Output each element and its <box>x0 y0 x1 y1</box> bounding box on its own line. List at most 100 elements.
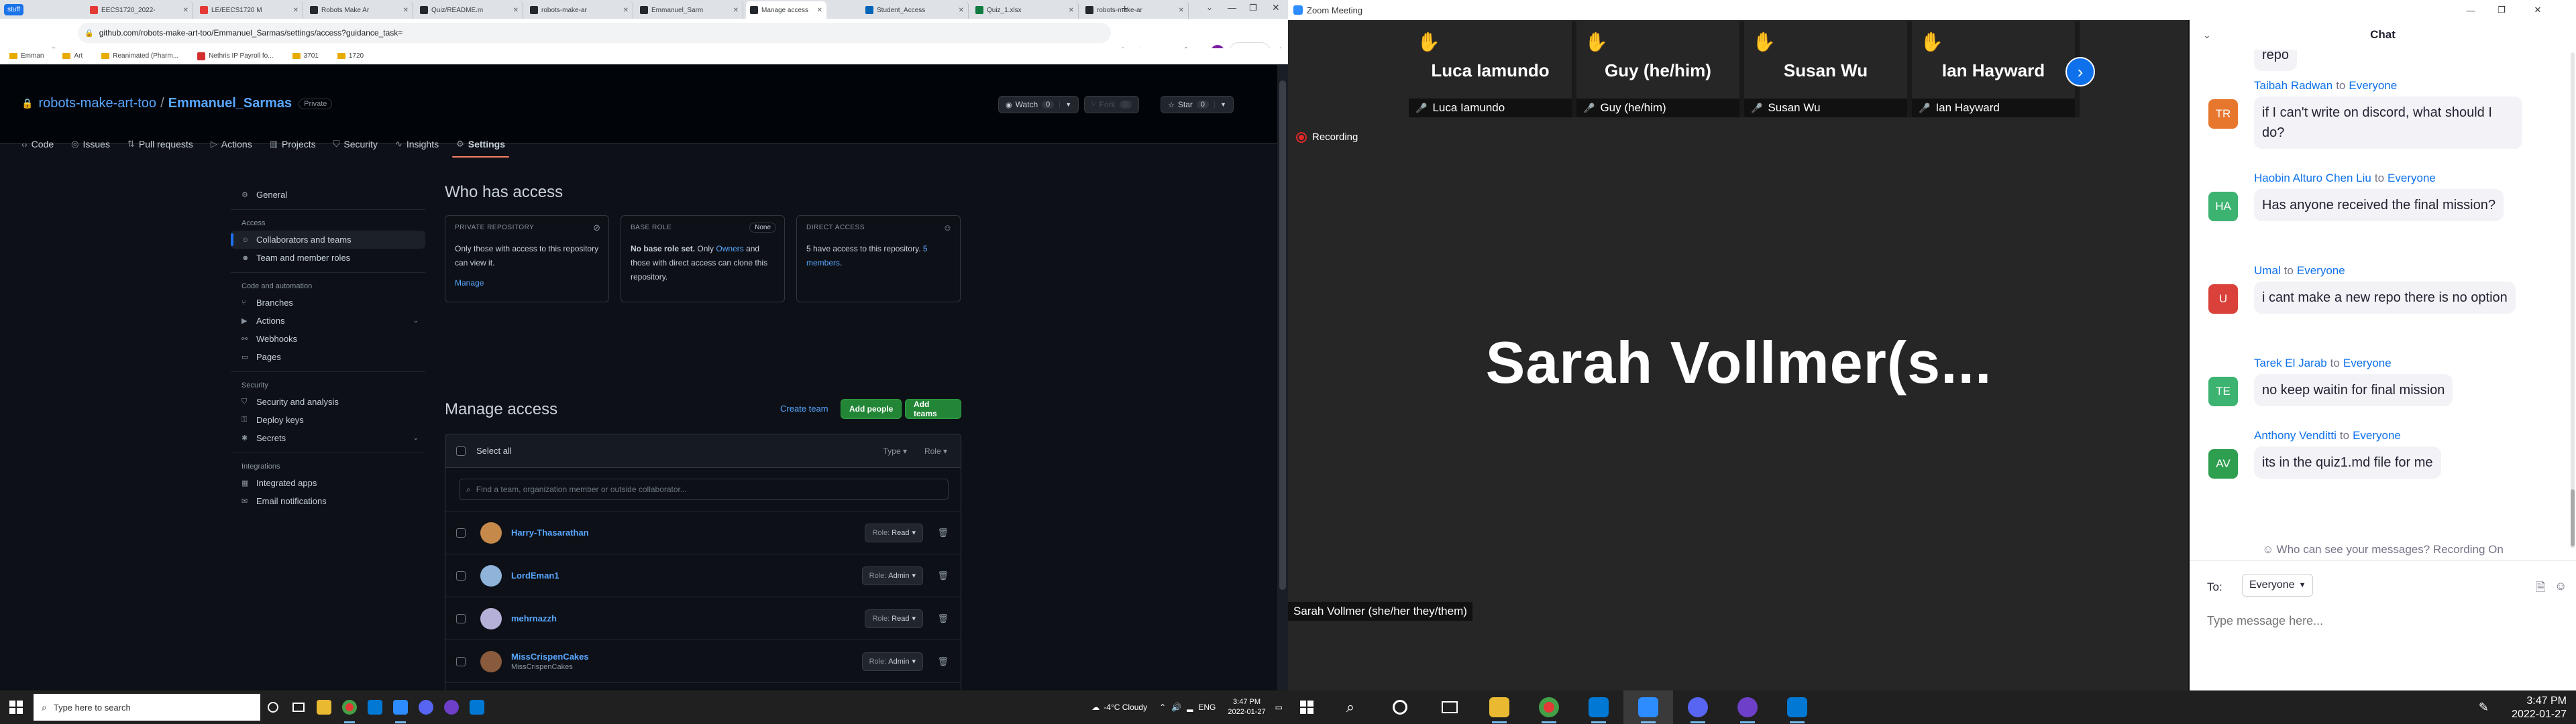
maximize-icon[interactable]: ❐ <box>2486 0 2517 20</box>
address-bar[interactable]: 🔒 github.com/robots-make-art-too/Emmanue… <box>78 23 1111 43</box>
owners-link[interactable]: Owners <box>716 244 743 253</box>
zoom-icon[interactable] <box>388 690 413 724</box>
member-username[interactable]: Harry-Thasarathan <box>511 528 589 538</box>
notifications-icon[interactable]: ▭ <box>1275 703 1283 712</box>
tab-4[interactable]: robots-make-ar ✕ <box>526 1 633 19</box>
recipient-name[interactable]: Everyone <box>2343 357 2392 369</box>
tab-7[interactable]: Student_Access ✕ <box>861 1 969 19</box>
recipient-dropdown[interactable]: Everyone ▼ <box>2242 574 2314 597</box>
star-button[interactable]: ☆ Star 0 ▼ <box>1161 96 1234 113</box>
sender-name[interactable]: Tarek El Jarab <box>2254 357 2327 369</box>
tab-pull-requests[interactable]: ⇅ Pull requests <box>127 132 193 156</box>
close-window-icon[interactable]: ✕ <box>1272 2 1280 13</box>
next-page-arrow-icon[interactable]: › <box>2065 57 2095 86</box>
sidebar-item-webhooks[interactable]: ⚯ Webhooks <box>231 330 425 348</box>
sender-name[interactable]: Haobin Alturo Chen Liu <box>2254 172 2371 184</box>
emoji-icon[interactable]: ☺ <box>2555 579 2567 593</box>
lang-text[interactable]: ENG <box>1198 703 1216 712</box>
tab-actions[interactable]: ▷ Actions <box>211 132 252 156</box>
sidebar-item-team-roles[interactable]: ☻ Team and member roles <box>231 249 425 267</box>
github-desktop-icon[interactable] <box>439 690 464 724</box>
who-can-see-messages[interactable]: ☺ Who can see your messages? Recording On <box>2190 543 2576 556</box>
repo-name-link[interactable]: Emmanuel_Sarmas <box>168 96 292 111</box>
discord-icon[interactable] <box>413 690 439 724</box>
trash-icon[interactable]: 🗑 <box>937 656 949 667</box>
trash-icon[interactable]: 🗑 <box>937 613 949 624</box>
member-checkbox[interactable] <box>456 570 466 581</box>
tab-1[interactable]: LE/EECS1720 M ✕ <box>196 1 303 19</box>
chrome-icon[interactable] <box>1524 690 1574 724</box>
file-explorer-icon[interactable] <box>311 690 337 724</box>
sidebar-item-collaborators[interactable]: ☺ Collaborators and teams <box>231 231 425 249</box>
file-icon[interactable]: 🗎 <box>2536 579 2545 599</box>
tab-0[interactable]: EECS1720_2022- ✕ <box>86 1 193 19</box>
recording-indicator[interactable]: Recording <box>1296 131 1358 143</box>
close-tab-icon[interactable]: ✕ <box>1066 7 1074 14</box>
new-tab-icon[interactable]: + <box>1122 3 1128 15</box>
bookmark-item[interactable]: Reanimated (Pharm... <box>101 52 178 60</box>
recipient-name[interactable]: Everyone <box>2297 264 2345 277</box>
mail-icon[interactable] <box>464 690 490 724</box>
member-checkbox[interactable] <box>456 656 466 666</box>
org-link[interactable]: robots-make-art-too <box>38 96 156 111</box>
watch-button[interactable]: ◉ Watch 0 ▼ <box>998 96 1079 113</box>
member-search-input[interactable]: ⌕ Find a team, organization member or ou… <box>459 479 949 500</box>
cortana-icon[interactable] <box>1375 690 1425 724</box>
tab-search-icon[interactable]: ⌄ <box>1206 3 1213 12</box>
volume-icon[interactable]: 🔊 <box>1171 703 1181 712</box>
trash-icon[interactable]: 🗑 <box>937 528 949 538</box>
close-tab-icon[interactable]: ✕ <box>621 7 629 14</box>
recipient-name[interactable]: Everyone <box>2353 429 2401 442</box>
clock-right[interactable]: 3:47 PM 2022-01-27 <box>2512 695 2567 721</box>
maximize-icon[interactable]: ❐ <box>1249 3 1257 13</box>
close-tab-icon[interactable]: ✕ <box>956 7 964 14</box>
close-tab-icon[interactable]: ✕ <box>731 7 739 14</box>
chrome-icon[interactable] <box>337 690 362 724</box>
member-username[interactable]: MissCrispenCakes <box>511 652 589 662</box>
mail-icon[interactable] <box>1772 690 1822 724</box>
sidebar-item-email-notifications[interactable]: ✉ Email notifications <box>231 492 425 510</box>
trash-icon[interactable]: 🗑 <box>937 570 949 581</box>
close-tab-icon[interactable]: ✕ <box>400 7 409 14</box>
tab-insights[interactable]: ∿ Insights <box>395 132 439 156</box>
sidebar-item-integrated-apps[interactable]: ▦ Integrated apps <box>231 474 425 492</box>
sidebar-item-general[interactable]: ⚙ General <box>231 186 425 204</box>
member-username[interactable]: LordEman1 <box>511 570 559 581</box>
sidebar-item-secrets[interactable]: ✱ Secrets ⌄ <box>231 429 425 447</box>
bookmark-item[interactable]: Nethris IP Payroll fo... <box>197 52 274 60</box>
sidebar-item-pages[interactable]: ▭ Pages <box>231 348 425 366</box>
role-dropdown[interactable]: Role:Read ▾ <box>865 609 923 628</box>
tab-3[interactable]: Quiz/README.m ✕ <box>416 1 523 19</box>
tab-5[interactable]: Emmanuel_Sarm ✕ <box>636 1 743 19</box>
sender-name[interactable]: Taibah Radwan <box>2254 79 2332 92</box>
role-filter[interactable]: Role ▾ <box>924 446 947 456</box>
select-all-checkbox[interactable] <box>456 446 466 456</box>
close-window-icon[interactable]: ✕ <box>2522 0 2553 20</box>
chat-message-input[interactable] <box>2207 607 2556 634</box>
chevron-up-icon[interactable]: ⌃ <box>1159 703 1166 712</box>
network-icon[interactable]: ▂ <box>1187 703 1193 712</box>
sidebar-item-branches[interactable]: ⑂ Branches <box>231 294 425 312</box>
tab-settings[interactable]: ⚙ Settings <box>452 132 509 158</box>
recipient-name[interactable]: Everyone <box>2387 172 2436 184</box>
chat-scrollbar-thumb[interactable] <box>2571 489 2575 546</box>
close-tab-icon[interactable]: ✕ <box>290 7 299 14</box>
bookmark-item[interactable]: 1720 <box>337 52 364 60</box>
role-dropdown[interactable]: Role: Admin ▾ <box>861 566 923 585</box>
start-button[interactable] <box>0 690 32 724</box>
close-tab-icon[interactable]: ✕ <box>1176 7 1184 14</box>
github-desktop-icon[interactable] <box>1723 690 1772 724</box>
collapse-chevron-icon[interactable]: ⌄ <box>2203 29 2211 41</box>
tab-security[interactable]: ⛉ Security <box>333 132 378 156</box>
zoom-icon[interactable] <box>1623 690 1673 724</box>
close-tab-icon[interactable]: ✕ <box>180 7 189 14</box>
sender-name[interactable]: Anthony Venditti <box>2254 429 2337 442</box>
chat-messages[interactable]: repo TR Taibah Radwan to Everyone if I can't… <box>2190 50 2576 539</box>
role-dropdown[interactable]: Role:Read ▾ <box>865 523 923 542</box>
tab-projects[interactable]: ▥ Projects <box>270 132 316 156</box>
sidebar-item-security-analysis[interactable]: ⛉ Security and analysis <box>231 393 425 411</box>
add-teams-button[interactable]: Add teams <box>905 399 961 419</box>
close-tab-icon[interactable]: ✕ <box>511 7 519 14</box>
clock-left[interactable]: 3:47 PM 2022-01-27 <box>1228 697 1265 717</box>
discord-icon[interactable] <box>1673 690 1723 724</box>
